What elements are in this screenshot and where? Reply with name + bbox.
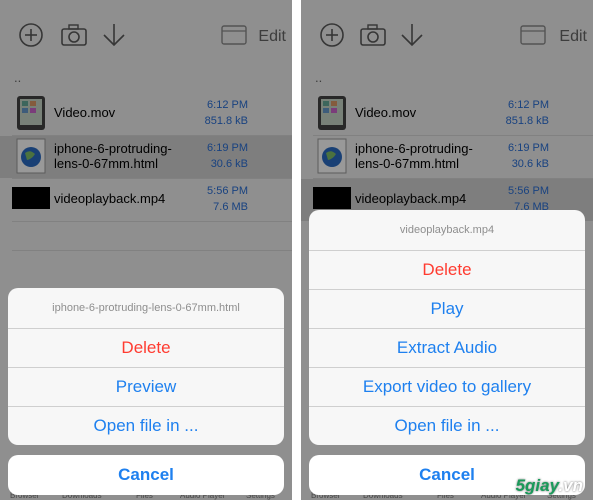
preview-button[interactable]: Preview	[8, 368, 284, 407]
delete-button[interactable]: Delete	[309, 251, 585, 290]
right-screen: Edit .. Video.mov 6:12 PM 851.8 kB iphon…	[301, 0, 593, 500]
action-sheet-title: videoplayback.mp4	[309, 210, 585, 251]
watermark-suffix: .vn	[558, 476, 583, 495]
delete-button[interactable]: Delete	[8, 329, 284, 368]
open-file-in-button[interactable]: Open file in ...	[309, 407, 585, 445]
extract-audio-button[interactable]: Extract Audio	[309, 329, 585, 368]
action-sheet: iphone-6-protruding-lens-0-67mm.html Del…	[8, 288, 284, 445]
action-sheet: videoplayback.mp4 Delete Play Extract Au…	[309, 210, 585, 445]
play-button[interactable]: Play	[309, 290, 585, 329]
watermark-brand: 5giay	[515, 476, 559, 495]
cancel-button[interactable]: Cancel	[8, 455, 284, 495]
left-screen: Edit .. Video.mov 6:12 PM 851.8 kB iphon…	[0, 0, 292, 500]
export-video-to-gallery-button[interactable]: Export video to gallery	[309, 368, 585, 407]
watermark-logo: 5giay.vn	[516, 476, 583, 496]
open-file-in-button[interactable]: Open file in ...	[8, 407, 284, 445]
action-sheet-title: iphone-6-protruding-lens-0-67mm.html	[8, 288, 284, 329]
